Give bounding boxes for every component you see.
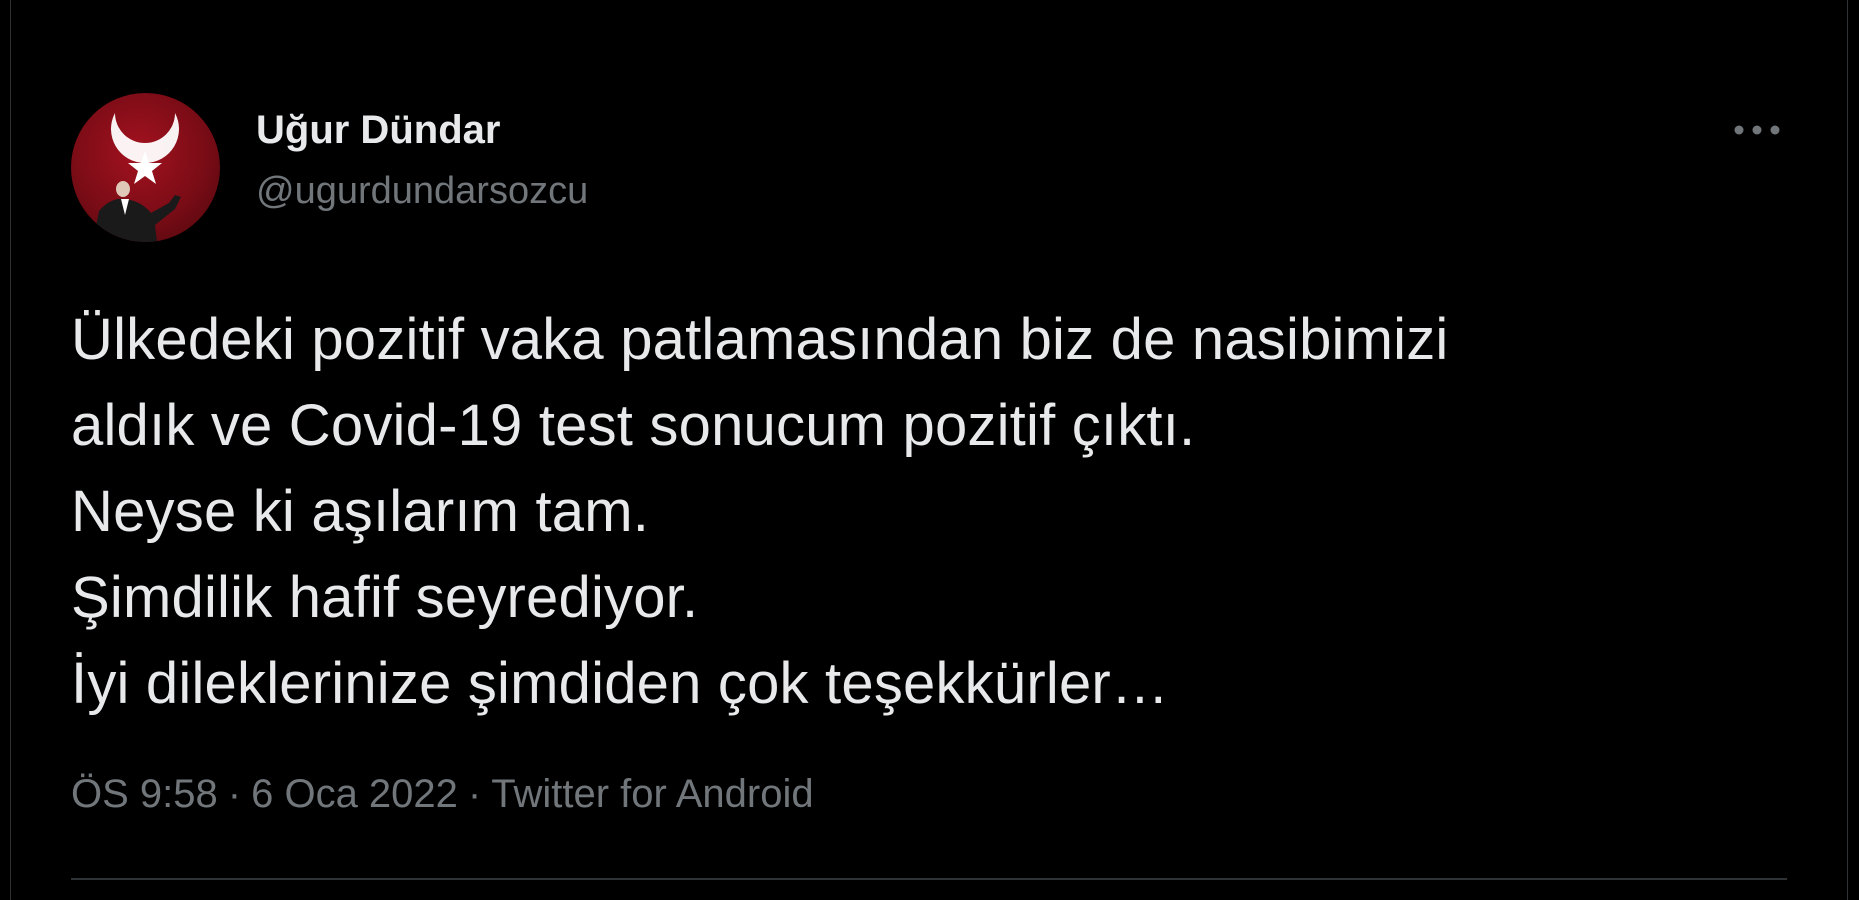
tweet-line: aldık ve Covid-19 test sonucum pozitif ç… [71,393,1196,458]
tweet-line: Ülkedeki pozitif vaka patlamasından biz … [71,307,1449,372]
tweet-time[interactable]: ÖS 9:58 [71,772,218,816]
tweet-date[interactable]: 6 Oca 2022 [251,772,458,816]
more-options-button[interactable] [1727,110,1787,150]
ellipsis-icon [1734,125,1780,135]
meta-separator: · [467,772,482,816]
tweet-line: Şimdilik hafif seyrediyor. [71,565,699,630]
tweet-line: Neyse ki aşılarım tam. [71,479,650,544]
author-display-name[interactable]: Uğur Dündar [256,106,588,154]
tweet-text: Ülkedeki pozitif vaka patlamasından biz … [71,297,1771,727]
tweet-line: İyi dileklerinize şimdiden çok teşekkürl… [71,651,1170,716]
meta-separator: · [227,772,242,816]
author-block[interactable]: Uğur Dündar @ugurdundarsozcu [256,106,588,214]
divider [71,878,1787,880]
tweet-metadata: ÖS 9:58 · 6 Oca 2022 · Twitter for Android [71,770,814,818]
avatar-image [93,113,181,242]
author-handle[interactable]: @ugurdundarsozcu [256,168,588,214]
tweet-card: Uğur Dündar @ugurdundarsozcu Ülkedeki po… [10,0,1848,900]
tweet-source[interactable]: Twitter for Android [491,772,813,816]
avatar[interactable] [71,93,220,242]
